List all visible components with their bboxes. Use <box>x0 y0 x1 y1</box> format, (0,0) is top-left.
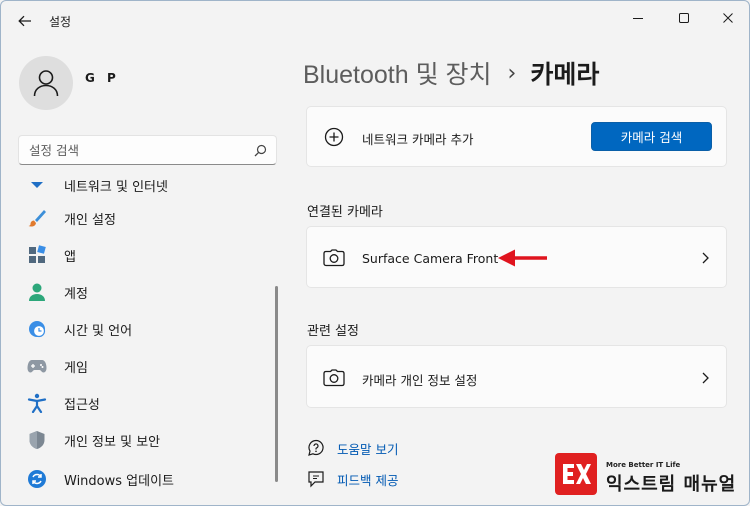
sidebar-item-label: 접근성 <box>64 397 100 413</box>
watermark-tagline: More Better IT Life <box>606 461 681 469</box>
sidebar-item-windows-update[interactable]: Windows 업데이트 <box>18 462 263 496</box>
maximize-icon <box>679 13 689 23</box>
app-title: 설정 <box>49 15 72 29</box>
sidebar-item-accounts[interactable]: 계정 <box>18 275 263 309</box>
sidebar-item-time-language[interactable]: 시간 및 언어 <box>18 312 263 346</box>
sidebar-item-label: 개인 설정 <box>64 212 116 228</box>
avatar[interactable] <box>19 56 73 110</box>
sidebar-item-privacy-security[interactable]: 개인 정보 및 보안 <box>18 423 263 457</box>
chevron-right-icon <box>702 252 709 264</box>
camera-search-button[interactable]: 카메라 검색 <box>591 122 712 151</box>
chevron-right-icon <box>702 372 709 384</box>
sidebar-item-label: 게임 <box>64 360 88 376</box>
back-button[interactable] <box>13 9 37 33</box>
camera-icon <box>323 367 345 389</box>
back-arrow-icon <box>18 15 31 27</box>
watermark-name: 익스트림 매뉴얼 <box>606 474 737 495</box>
sidebar-item-label: 시간 및 언어 <box>64 323 133 339</box>
add-camera-label: 네트워크 카메라 추가 <box>362 132 474 147</box>
related-settings-title: 관련 설정 <box>307 324 359 339</box>
clock-globe-icon <box>26 318 48 340</box>
sidebar-scrollbar[interactable] <box>275 286 278 482</box>
breadcrumb-parent[interactable]: Bluetooth 및 장치 <box>303 55 492 91</box>
page-title: 카메라 <box>530 60 600 89</box>
sidebar-item-label: 네트워크 및 인터넷 <box>64 179 168 195</box>
person-icon <box>26 281 48 303</box>
ex-logo-icon <box>563 464 591 484</box>
sidebar-nav: 네트워크 및 인터넷 개인 설정 앱 계정 시간 및 언어 게임 접근성 개인 … <box>1 179 291 505</box>
sidebar-item-label: 개인 정보 및 보안 <box>64 434 161 450</box>
sidebar-item-personalization[interactable]: 개인 설정 <box>18 201 263 235</box>
minimize-icon <box>633 18 643 19</box>
brush-icon <box>26 207 48 229</box>
camera-privacy-label: 카메라 개인 정보 설정 <box>362 373 478 388</box>
gamepad-icon <box>26 355 48 377</box>
maximize-button[interactable] <box>667 5 701 31</box>
camera-privacy-settings-item[interactable]: 카메라 개인 정보 설정 <box>306 345 727 408</box>
sidebar-item-label: Windows 업데이트 <box>64 473 175 489</box>
sidebar-item-label: 앱 <box>64 249 76 265</box>
breadcrumb-separator: › <box>507 60 517 86</box>
user-name: G P <box>85 71 120 85</box>
title-bar: 설정 <box>1 1 749 39</box>
apps-icon <box>26 244 48 266</box>
sidebar-item-label: 계정 <box>64 286 88 302</box>
shield-icon <box>26 429 48 451</box>
watermark-logo <box>555 453 597 495</box>
camera-name: Surface Camera Front <box>362 251 499 266</box>
red-arrow-annotation <box>498 249 547 267</box>
sidebar-item-network[interactable]: 네트워크 및 인터넷 <box>18 179 263 202</box>
add-network-camera-card: 네트워크 카메라 추가 카메라 검색 <box>306 106 727 167</box>
minimize-button[interactable] <box>621 5 655 31</box>
help-icon <box>307 439 325 457</box>
help-link-label[interactable]: 도움말 보기 <box>337 439 398 458</box>
network-icon <box>26 179 48 196</box>
breadcrumb: Bluetooth 및 장치 › 카메라 <box>303 53 599 93</box>
feedback-link[interactable]: 피드백 제공 <box>307 468 398 490</box>
user-icon <box>33 70 59 97</box>
settings-window: 설정 G P 네트워크 및 인터넷 <box>0 0 750 506</box>
sidebar-item-gaming[interactable]: 게임 <box>18 349 263 383</box>
feedback-icon <box>307 470 325 488</box>
connected-cameras-title: 연결된 카메라 <box>307 205 383 220</box>
close-button[interactable] <box>711 5 745 31</box>
search-input[interactable] <box>29 142 239 159</box>
update-icon <box>26 468 48 490</box>
camera-icon <box>323 247 345 269</box>
sidebar-item-accessibility[interactable]: 접근성 <box>18 386 263 420</box>
settings-search-box[interactable] <box>18 135 277 165</box>
sidebar-item-apps[interactable]: 앱 <box>18 238 263 272</box>
help-link[interactable]: 도움말 보기 <box>307 437 398 459</box>
search-icon[interactable] <box>254 144 267 157</box>
close-icon <box>723 13 733 23</box>
accessibility-icon <box>26 392 48 414</box>
feedback-link-label[interactable]: 피드백 제공 <box>337 470 398 489</box>
add-icon <box>323 126 345 148</box>
